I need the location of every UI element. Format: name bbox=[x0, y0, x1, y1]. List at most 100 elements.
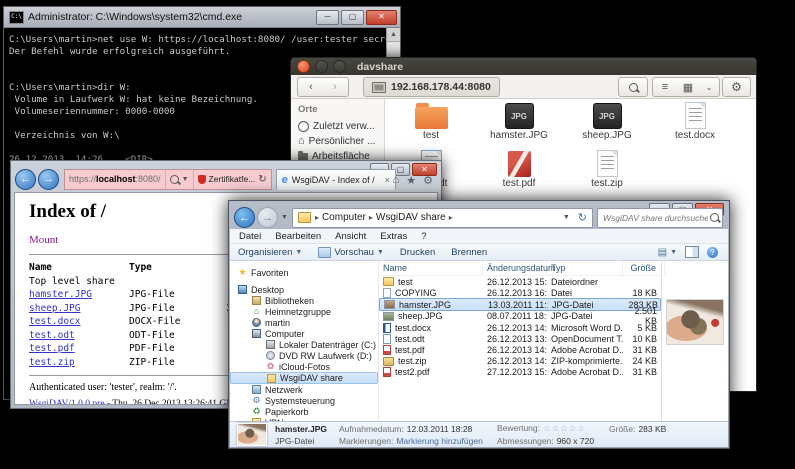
forward-button[interactable]: → bbox=[38, 169, 59, 190]
history-dropdown-icon[interactable]: ▼ bbox=[281, 214, 288, 221]
sidebar-item-desktop[interactable]: Desktop bbox=[230, 284, 378, 295]
sidebar-item-systemsteuerung[interactable]: ⚙Systemsteuerung bbox=[230, 395, 378, 406]
file-row-test-odt[interactable]: test.odt 26.12.2013 13:55OpenDocument T.… bbox=[379, 333, 661, 344]
sidebar-item-home[interactable]: ⌂ Persönlicher ... bbox=[298, 134, 384, 149]
close-tab-icon[interactable]: × bbox=[385, 175, 390, 185]
file-test-zip[interactable]: test.zip bbox=[563, 149, 651, 197]
crumb-computer[interactable]: Computer bbox=[322, 212, 366, 223]
sidebar-item-favoriten[interactable]: ★Favoriten bbox=[230, 267, 378, 278]
file-row-hamster-jpg[interactable]: hamster.JPG 13.03.2011 11:13JPG-Datei283… bbox=[379, 298, 661, 311]
breadcrumb-field[interactable]: ▸ Computer ▸ WsgiDAV share ▸ ▼ ↻ bbox=[292, 208, 593, 228]
print-button[interactable]: Drucken bbox=[400, 247, 435, 258]
views-button[interactable]: ▤▼ bbox=[658, 247, 677, 258]
search-box[interactable] bbox=[597, 208, 723, 228]
file-row-test-zip[interactable]: test.zip 26.12.2013 14:27ZIP-komprimiert… bbox=[379, 356, 661, 367]
file-row-test[interactable]: test 26.12.2013 15:21Dateiordner bbox=[379, 276, 661, 287]
rating-stars[interactable]: ☆☆☆☆☆ bbox=[543, 423, 586, 434]
explorer-main: ★Favoriten Desktop Bibliotheken ⌂Heimnet… bbox=[230, 261, 728, 421]
maximize-button[interactable] bbox=[333, 60, 346, 73]
organize-button[interactable]: Organisieren▼ bbox=[238, 247, 302, 258]
file-sheep-jpg[interactable]: JPG sheep.JPG bbox=[563, 101, 651, 149]
menu-hilfe[interactable]: ? bbox=[421, 231, 426, 242]
favorites-star-icon[interactable]: ★ bbox=[406, 174, 416, 187]
preview-button[interactable]: Vorschau▼ bbox=[318, 247, 384, 258]
menu-bearbeiten[interactable]: Bearbeiten bbox=[275, 231, 321, 242]
file-test-pdf[interactable]: test.pdf bbox=[475, 149, 563, 197]
minimize-button[interactable]: ─ bbox=[316, 10, 339, 25]
close-button[interactable]: ✕ bbox=[366, 10, 397, 25]
file-link[interactable]: hamster.JPG bbox=[29, 289, 92, 300]
file-link[interactable]: test.zip bbox=[29, 357, 75, 368]
sidebar-item-netzwerk[interactable]: Netzwerk bbox=[230, 384, 378, 395]
grid-view-button[interactable]: ▦ bbox=[676, 77, 701, 97]
url-text[interactable]: https://localhost:8080/ bbox=[65, 174, 165, 184]
minimize-button[interactable] bbox=[315, 60, 328, 73]
add-tag-field[interactable]: Markierung hinzufügen bbox=[396, 436, 482, 446]
forward-button[interactable]: › bbox=[322, 77, 349, 97]
sidebar-item-icloud-fotos[interactable]: ✿iCloud-Fotos bbox=[230, 361, 378, 372]
file-link[interactable]: sheep.JPG bbox=[29, 303, 80, 314]
file-test-docx[interactable]: test.docx bbox=[651, 101, 739, 149]
crumb-wsgidav-share[interactable]: WsgiDAV share bbox=[376, 212, 446, 223]
file-row-test-docx[interactable]: test.docx 26.12.2013 14:26Microsoft Word… bbox=[379, 322, 661, 333]
search-input[interactable] bbox=[601, 212, 710, 224]
view-options-dropdown[interactable]: ⌄ bbox=[699, 77, 720, 97]
sidebar-item-dvd-laufwerk[interactable]: DVD RW Laufwerk (D:) bbox=[230, 350, 378, 361]
file-test[interactable]: test bbox=[387, 101, 475, 149]
search-button[interactable] bbox=[618, 77, 648, 97]
preview-pane-toggle[interactable] bbox=[685, 246, 699, 258]
help-icon[interactable]: ? bbox=[707, 247, 718, 258]
folder-icon bbox=[383, 277, 394, 286]
file-row-copying[interactable]: COPYING 26.12.2013 16:22Datei18 KB bbox=[379, 287, 661, 298]
cmd-titlebar[interactable]: C:\ Administrator: C:\Windows\system32\c… bbox=[4, 7, 400, 28]
location-button[interactable]: 192.168.178.44:8080 bbox=[363, 77, 500, 97]
back-button[interactable]: ← bbox=[234, 207, 255, 228]
browser-tab[interactable]: e WsgiDAV - Index of / × bbox=[276, 169, 396, 190]
menu-ansicht[interactable]: Ansicht bbox=[335, 231, 366, 242]
file-row-test2-pdf[interactable]: test2.pdf 27.12.2013 15:10Adobe Acrobat … bbox=[379, 367, 661, 378]
close-button[interactable] bbox=[297, 60, 310, 73]
hamster-photo-preview[interactable] bbox=[666, 299, 724, 345]
column-name[interactable]: Name bbox=[379, 261, 483, 275]
address-bar[interactable]: https://localhost:8080/ ▼ Zertifikatfe..… bbox=[64, 169, 272, 190]
forward-button[interactable]: → bbox=[257, 207, 278, 228]
back-button[interactable]: ‹ bbox=[297, 77, 325, 97]
sidebar-item-bibliotheken[interactable]: Bibliotheken bbox=[230, 295, 378, 306]
mount-link[interactable]: Mount bbox=[29, 234, 58, 246]
certificate-error-button[interactable]: Zertifikatfe... ↻ bbox=[193, 170, 271, 189]
nautilus-titlebar[interactable]: davshare bbox=[291, 58, 756, 75]
column-date[interactable]: Änderungsdatum bbox=[483, 261, 547, 275]
burn-button[interactable]: Brennen bbox=[451, 247, 487, 258]
back-button[interactable]: ← bbox=[15, 169, 36, 190]
file-link[interactable]: test.docx bbox=[29, 316, 80, 327]
gear-menu-button[interactable]: ⚙ bbox=[722, 77, 751, 97]
column-type[interactable]: Typ bbox=[547, 261, 623, 275]
column-size[interactable]: Größe bbox=[623, 261, 665, 275]
file-row-test-pdf[interactable]: test.pdf 26.12.2013 14:19Adobe Acrobat D… bbox=[379, 344, 661, 355]
recycle-bin-icon: ♻ bbox=[252, 407, 261, 416]
search-dropdown[interactable]: ▼ bbox=[165, 170, 193, 189]
file-link[interactable]: test.odt bbox=[29, 330, 75, 341]
address-dropdown-icon[interactable]: ▼ bbox=[563, 214, 570, 221]
sidebar-item-computer[interactable]: Computer bbox=[230, 328, 378, 339]
sidebar-item-lokaler-datentraeger[interactable]: Lokaler Datenträger (C:) bbox=[230, 339, 378, 350]
settings-gear-icon[interactable]: ⚙ bbox=[423, 174, 433, 187]
scroll-up-icon[interactable]: ▲ bbox=[387, 28, 400, 42]
menu-datei[interactable]: Datei bbox=[239, 231, 261, 242]
sidebar-item-recent[interactable]: Zuletzt verw... bbox=[298, 119, 384, 134]
refresh-icon[interactable]: ↻ bbox=[578, 211, 587, 224]
browser-action-icons: ⌂ ★ ⚙ bbox=[393, 174, 433, 187]
maximize-button[interactable]: ▢ bbox=[341, 10, 364, 25]
sidebar-item-heimnetzgruppe[interactable]: ⌂Heimnetzgruppe bbox=[230, 306, 378, 317]
refresh-icon[interactable]: ↻ bbox=[258, 174, 266, 185]
file-link[interactable]: test.pdf bbox=[29, 343, 75, 354]
menu-extras[interactable]: Extras bbox=[380, 231, 407, 242]
sidebar-item-wsgidav-share[interactable]: WsgiDAV share bbox=[230, 372, 378, 384]
sidebar-item-martin[interactable]: martin bbox=[230, 317, 378, 328]
list-view-button[interactable]: ≡ bbox=[652, 77, 678, 97]
file-hamster-jpg[interactable]: JPG hamster.JPG bbox=[475, 101, 563, 149]
home-icon[interactable]: ⌂ bbox=[393, 174, 400, 187]
sidebar-item-papierkorb[interactable]: ♻Papierkorb bbox=[230, 406, 378, 417]
file-row-sheep-jpg[interactable]: sheep.JPG 08.07.2011 18:52JPG-Datei2.501… bbox=[379, 311, 661, 322]
wsgidav-version-link[interactable]: WsgiDAV/1.0.0.pre bbox=[29, 399, 105, 405]
